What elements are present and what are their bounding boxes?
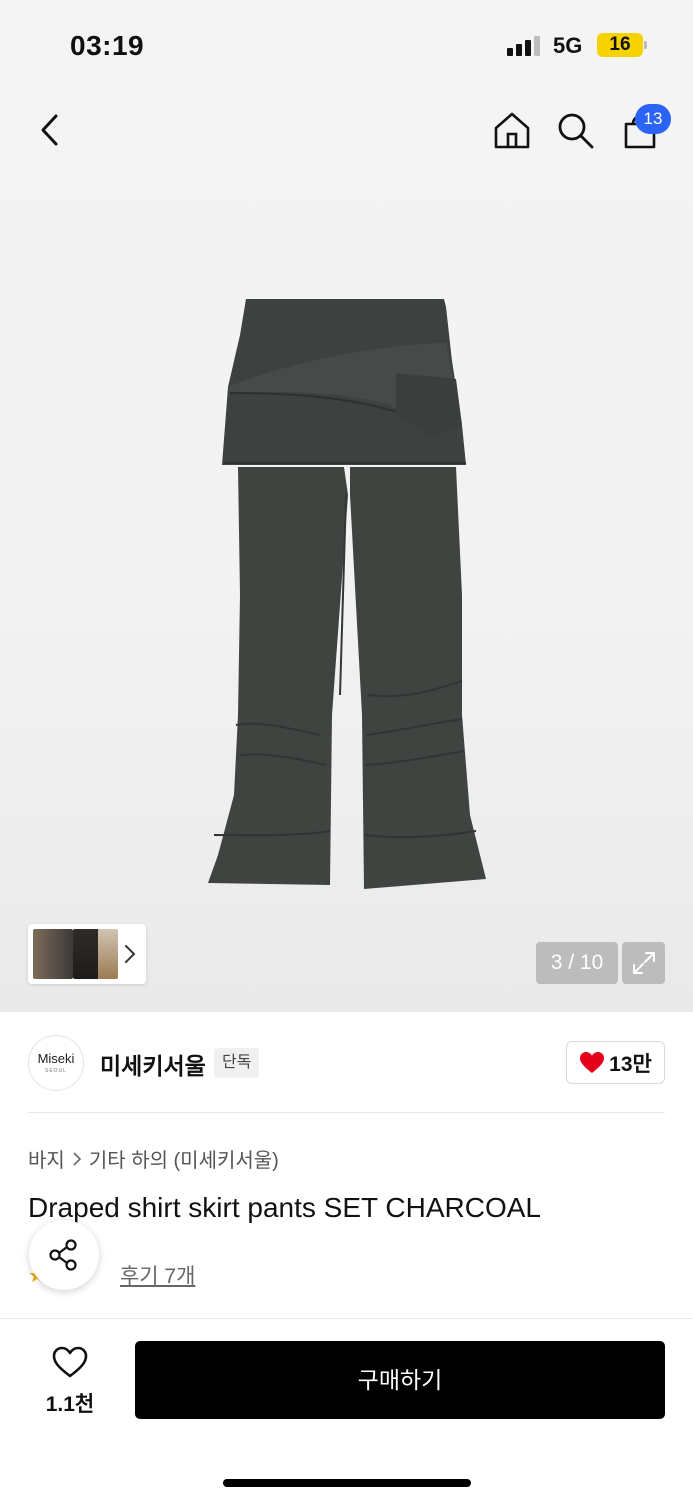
brand-logo[interactable]: Miseki SEOUL [28, 1035, 84, 1091]
network-type: 5G [553, 33, 583, 58]
image-counter: 3 / 10 [536, 942, 618, 984]
share-icon [49, 1239, 77, 1271]
expand-button[interactable] [622, 942, 665, 984]
home-button[interactable] [489, 107, 535, 153]
cart-count-badge: 13 [635, 104, 671, 134]
heart-icon [52, 1346, 88, 1378]
back-icon [41, 114, 58, 146]
chevron-right-icon [73, 1151, 81, 1166]
top-nav [0, 95, 693, 165]
thumbnail-strip[interactable] [28, 924, 146, 984]
bottom-action-bar: 1.1천 구매하기 [0, 1318, 693, 1500]
brand-like-count: 13만 [609, 1052, 652, 1076]
wishlist-count: 1.1천 [45, 1393, 95, 1416]
signal-icon [507, 36, 543, 56]
buy-button[interactable]: 구매하기 [135, 1341, 665, 1419]
home-icon [494, 112, 530, 149]
expand-icon [632, 952, 655, 974]
brand-like-button[interactable]: 13만 [566, 1041, 665, 1084]
status-time: 03:19 [70, 30, 145, 61]
search-icon [558, 113, 594, 149]
status-bar: 03:19 5G 16 [0, 0, 693, 90]
thumbnail-image[interactable] [73, 929, 99, 979]
product-image[interactable] [200, 295, 490, 895]
brand-name[interactable]: 미세키서울 [100, 1047, 206, 1081]
chevron-right-icon [125, 945, 136, 963]
breadcrumb-item[interactable]: 바지 [28, 1144, 65, 1173]
search-button[interactable] [552, 107, 598, 153]
exclusive-badge: 단독 [214, 1048, 260, 1078]
battery-tip [644, 41, 647, 49]
brand-logo-text: Miseki [37, 1051, 75, 1066]
heart-icon [580, 1051, 605, 1073]
breadcrumb: 바지 기타 하의 (미세키서울) [28, 1144, 279, 1173]
divider [28, 1112, 665, 1113]
wishlist-button[interactable]: 1.1천 [30, 1345, 110, 1418]
reviews-link[interactable]: 후기 7개 [120, 1260, 195, 1290]
back-button[interactable] [27, 107, 73, 153]
share-button[interactable] [29, 1220, 99, 1290]
brand-logo-subtext: SEOUL [45, 1068, 67, 1074]
thumbnail-image[interactable] [33, 929, 73, 979]
battery-level: 16 [597, 33, 643, 57]
thumbnail-image[interactable] [98, 929, 118, 979]
brand-row[interactable]: Miseki SEOUL 미세키서울 단독 13만 [28, 1035, 665, 1091]
product-title: Draped shirt skirt pants SET CHARCOAL [28, 1192, 541, 1223]
home-indicator [223, 1479, 471, 1487]
breadcrumb-item[interactable]: 기타 하의 (미세키서울) [89, 1144, 279, 1173]
